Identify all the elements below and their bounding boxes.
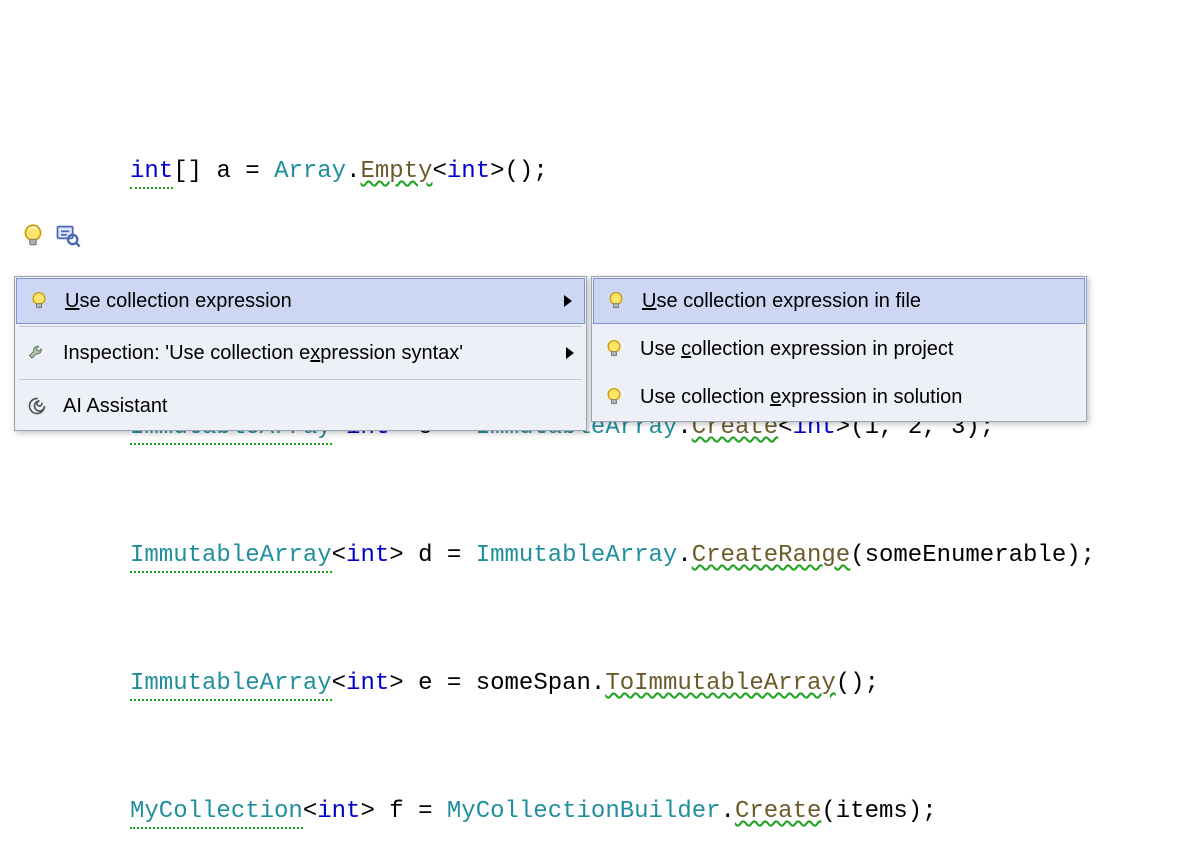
- wrench-icon: [25, 343, 49, 363]
- menu-label: Use collection expression in solution: [640, 386, 1074, 409]
- type-mycollection: MyCollection: [130, 798, 303, 825]
- menu-separator: [19, 379, 582, 380]
- lightbulb-icon: [27, 291, 51, 311]
- chevron-right-icon: [564, 295, 572, 307]
- quick-fix-menu: Use collection expression Inspection: 'U…: [14, 276, 587, 431]
- gutter-action-icons: [20, 222, 82, 250]
- type-immutablearray: ImmutableArray: [130, 542, 332, 569]
- menu-item-inspection[interactable]: Inspection: 'Use collection expression s…: [15, 329, 586, 377]
- method-createrange: CreateRange: [692, 542, 850, 569]
- menu-item-ai-assistant[interactable]: AI Assistant: [15, 382, 586, 430]
- code-line-5: ImmutableArray<int> e = someSpan.ToImmut…: [130, 668, 1095, 700]
- quick-fix-submenu: Use collection expression in file Use co…: [591, 276, 1087, 422]
- method-empty: Empty: [360, 158, 432, 185]
- submenu-item-in-project[interactable]: Use collection expression in project: [592, 325, 1086, 373]
- method-create: Create: [735, 798, 821, 825]
- lightbulb-icon: [604, 291, 628, 311]
- type-immutablearray: ImmutableArray: [130, 670, 332, 697]
- code-line-1: int[] a = Array.Empty<int>();: [130, 156, 1095, 188]
- code-line-4: ImmutableArray<int> d = ImmutableArray.C…: [130, 540, 1095, 572]
- menu-item-use-collection-expression[interactable]: Use collection expression: [16, 278, 585, 324]
- menu-separator: [19, 326, 582, 327]
- menu-label: Inspection: 'Use collection expression s…: [63, 342, 552, 365]
- method-toimmutablearray: ToImmutableArray: [605, 670, 835, 697]
- menu-label: AI Assistant: [63, 395, 574, 418]
- submenu-item-in-file[interactable]: Use collection expression in file: [593, 278, 1085, 324]
- chevron-right-icon: [566, 347, 574, 359]
- menu-label: Use collection expression: [65, 290, 550, 313]
- menu-label: Use collection expression in project: [640, 338, 1074, 361]
- lightbulb-icon: [602, 387, 626, 407]
- lightbulb-icon[interactable]: [20, 223, 46, 249]
- type-keyword: int: [130, 158, 173, 185]
- code-editor[interactable]: int[] a = Array.Empty<int>(); int[] b = …: [130, 60, 1095, 860]
- code-line-6: MyCollection<int> f = MyCollectionBuilde…: [130, 796, 1095, 828]
- inspect-icon[interactable]: [54, 222, 82, 250]
- submenu-item-in-solution[interactable]: Use collection expression in solution: [592, 373, 1086, 421]
- ai-spiral-icon: [25, 396, 49, 416]
- lightbulb-icon: [602, 339, 626, 359]
- menu-label: Use collection expression in file: [642, 290, 1072, 313]
